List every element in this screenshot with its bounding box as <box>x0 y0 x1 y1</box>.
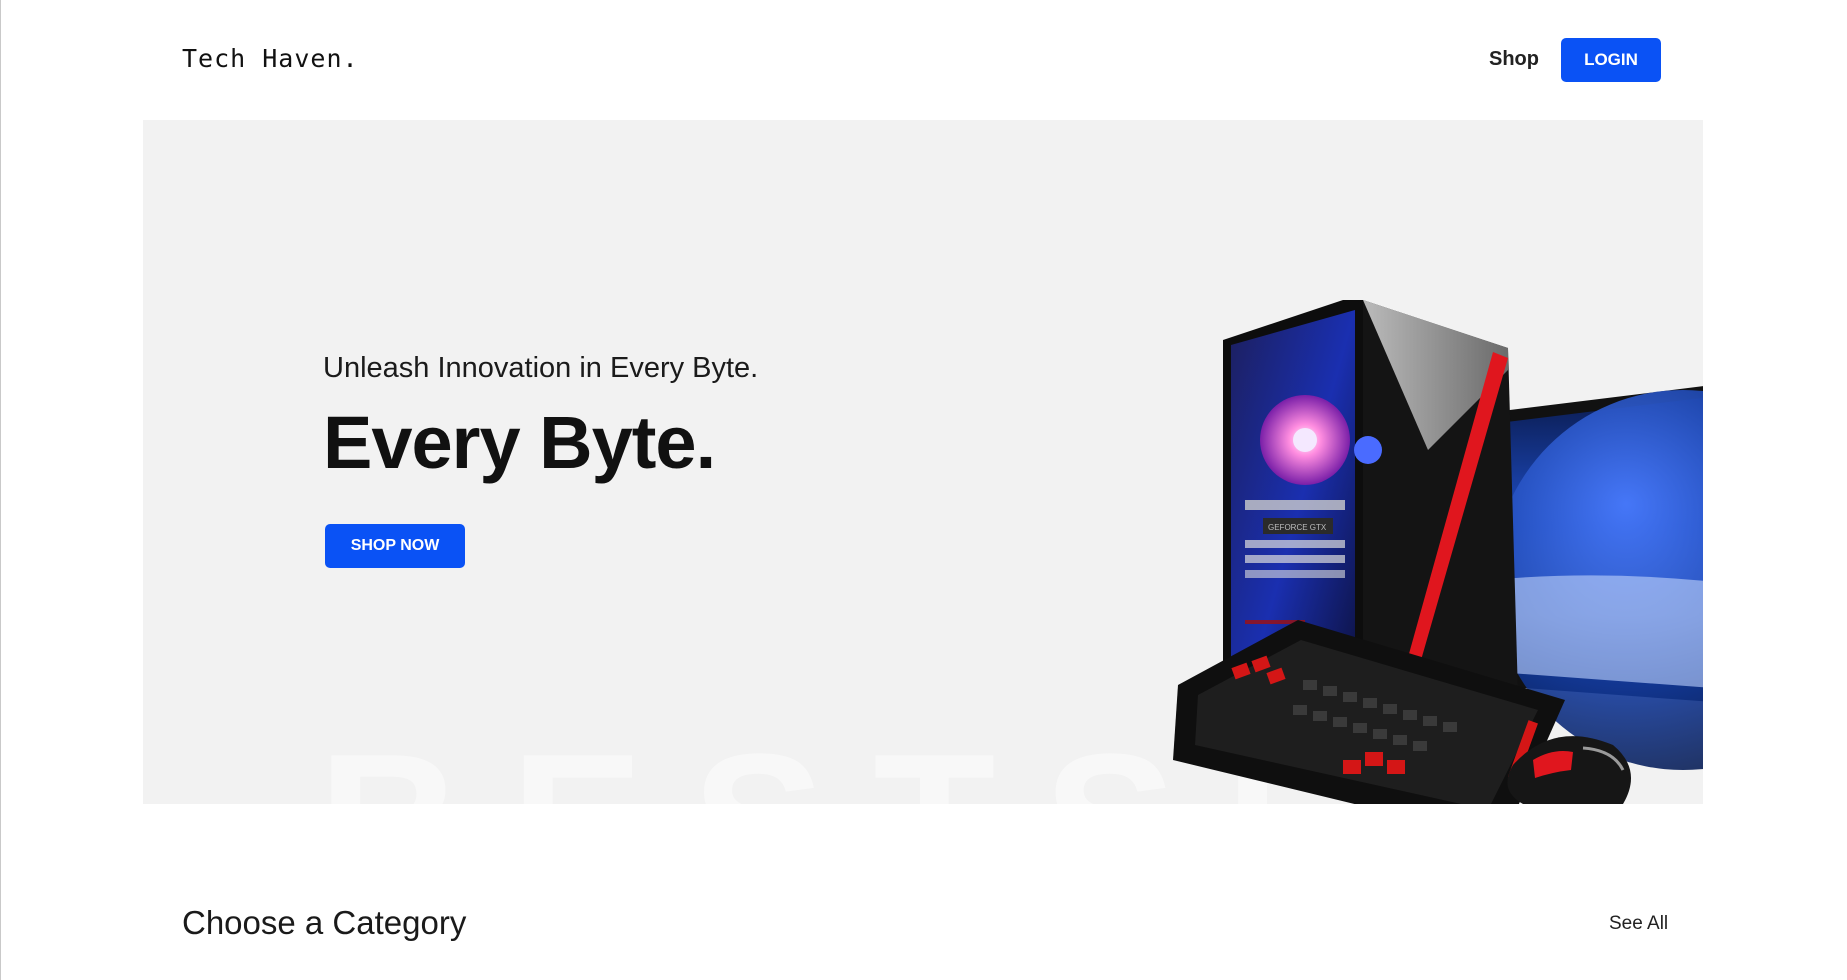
section-title-categories: Choose a Category <box>182 904 467 941</box>
hero-subtitle: Unleash Innovation in Every Byte. <box>323 352 759 384</box>
hero-title: Every Byte. <box>323 401 716 484</box>
site-logo[interactable]: Tech Haven. <box>182 44 359 73</box>
login-button[interactable]: LOGIN <box>1561 38 1661 82</box>
hero-product-image: ASUS GEFORCE GTX <box>1173 300 1703 804</box>
svg-text:GEFORCE GTX: GEFORCE GTX <box>1268 523 1327 532</box>
hero-banner: BESTSELLER Unleash Innovation in Every B… <box>143 120 1703 804</box>
shop-now-button[interactable]: SHOP NOW <box>325 524 465 568</box>
see-all-link[interactable]: See All <box>1609 913 1668 935</box>
nav-shop-link[interactable]: Shop <box>1489 48 1539 71</box>
